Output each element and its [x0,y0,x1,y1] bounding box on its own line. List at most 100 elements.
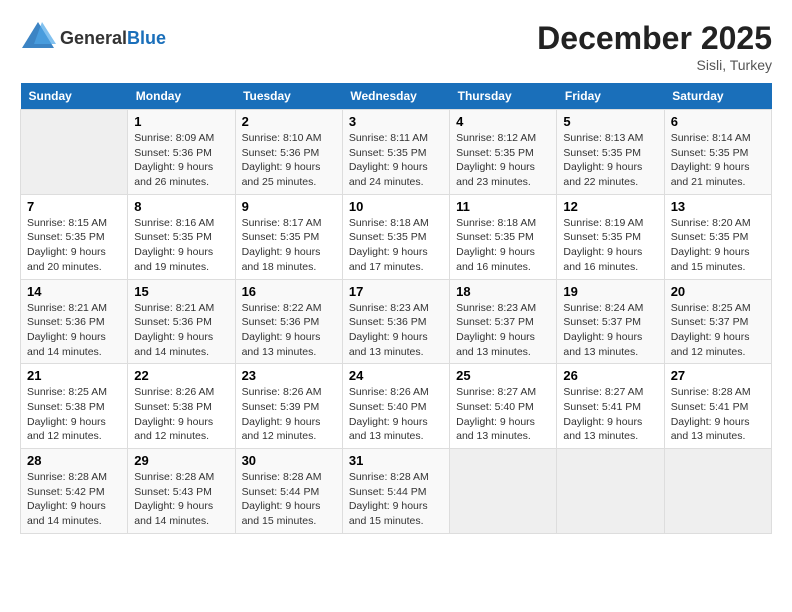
day-number: 20 [671,284,765,299]
day-number: 10 [349,199,443,214]
day-number: 21 [27,368,121,383]
day-number: 24 [349,368,443,383]
day-info: Sunrise: 8:18 AMSunset: 5:35 PMDaylight:… [456,216,550,275]
day-info: Sunrise: 8:13 AMSunset: 5:35 PMDaylight:… [563,131,657,190]
calendar-week-row: 21 Sunrise: 8:25 AMSunset: 5:38 PMDayligh… [21,364,772,449]
day-number: 6 [671,114,765,129]
day-number: 18 [456,284,550,299]
calendar-cell: 20 Sunrise: 8:25 AMSunset: 5:37 PMDayligh… [664,279,771,364]
month-title: December 2025 [537,20,772,57]
day-info: Sunrise: 8:25 AMSunset: 5:37 PMDaylight:… [671,301,765,360]
day-info: Sunrise: 8:21 AMSunset: 5:36 PMDaylight:… [134,301,228,360]
day-number: 3 [349,114,443,129]
day-number: 7 [27,199,121,214]
calendar-cell: 17 Sunrise: 8:23 AMSunset: 5:36 PMDayligh… [342,279,449,364]
day-info: Sunrise: 8:27 AMSunset: 5:40 PMDaylight:… [456,385,550,444]
calendar-cell: 15Sunrise: 8:21 AMSunset: 5:36 PMDayligh… [128,279,235,364]
calendar-cell [450,449,557,534]
day-info: Sunrise: 8:16 AMSunset: 5:35 PMDaylight:… [134,216,228,275]
calendar-cell: 9Sunrise: 8:17 AMSunset: 5:35 PMDaylight… [235,194,342,279]
day-info: Sunrise: 8:10 AMSunset: 5:36 PMDaylight:… [242,131,336,190]
day-number: 23 [242,368,336,383]
calendar-cell: 27 Sunrise: 8:28 AMSunset: 5:41 PMDayligh… [664,364,771,449]
calendar-cell: 4Sunrise: 8:12 AMSunset: 5:35 PMDaylight… [450,110,557,195]
calendar-cell: 24Sunrise: 8:26 AMSunset: 5:40 PMDayligh… [342,364,449,449]
calendar-header-row: SundayMondayTuesdayWednesdayThursdayFrid… [21,83,772,110]
day-number: 14 [27,284,121,299]
day-number: 26 [563,368,657,383]
calendar-cell: 19 Sunrise: 8:24 AMSunset: 5:37 PMDayligh… [557,279,664,364]
calendar-cell: 25 Sunrise: 8:27 AMSunset: 5:40 PMDayligh… [450,364,557,449]
calendar-cell: 3 Sunrise: 8:11 AMSunset: 5:35 PMDaylight… [342,110,449,195]
day-number: 8 [134,199,228,214]
day-number: 5 [563,114,657,129]
day-info: Sunrise: 8:23 AMSunset: 5:37 PMDaylight:… [456,301,550,360]
calendar-cell: 7 Sunrise: 8:15 AMSunset: 5:35 PMDaylight… [21,194,128,279]
day-number: 1 [134,114,228,129]
day-number: 25 [456,368,550,383]
day-info: Sunrise: 8:25 AMSunset: 5:38 PMDaylight:… [27,385,121,444]
location: Sisli, Turkey [537,57,772,73]
day-number: 29 [134,453,228,468]
calendar-cell [21,110,128,195]
day-info: Sunrise: 8:28 AMSunset: 5:44 PMDaylight:… [242,470,336,529]
calendar-table: SundayMondayTuesdayWednesdayThursdayFrid… [20,83,772,534]
logo: GeneralBlue [20,20,166,57]
calendar-cell: 12Sunrise: 8:19 AMSunset: 5:35 PMDayligh… [557,194,664,279]
day-info: Sunrise: 8:24 AMSunset: 5:37 PMDaylight:… [563,301,657,360]
calendar-cell: 18 Sunrise: 8:23 AMSunset: 5:37 PMDayligh… [450,279,557,364]
header-saturday: Saturday [664,83,771,110]
day-number: 11 [456,199,550,214]
calendar-cell: 1 Sunrise: 8:09 AMSunset: 5:36 PMDaylight… [128,110,235,195]
day-info: Sunrise: 8:28 AMSunset: 5:42 PMDaylight:… [27,470,121,529]
calendar-cell: 11 Sunrise: 8:18 AMSunset: 5:35 PMDayligh… [450,194,557,279]
day-info: Sunrise: 8:26 AMSunset: 5:39 PMDaylight:… [242,385,336,444]
day-info: Sunrise: 8:28 AMSunset: 5:43 PMDaylight:… [134,470,228,529]
day-info: Sunrise: 8:28 AMSunset: 5:41 PMDaylight:… [671,385,765,444]
day-info: Sunrise: 8:26 AMSunset: 5:38 PMDaylight:… [134,385,228,444]
day-number: 12 [563,199,657,214]
calendar-cell: 5 Sunrise: 8:13 AMSunset: 5:35 PMDaylight… [557,110,664,195]
day-info: Sunrise: 8:17 AMSunset: 5:35 PMDaylight:… [242,216,336,275]
header-wednesday: Wednesday [342,83,449,110]
header-friday: Friday [557,83,664,110]
calendar-cell: 21 Sunrise: 8:25 AMSunset: 5:38 PMDayligh… [21,364,128,449]
day-number: 31 [349,453,443,468]
day-number: 27 [671,368,765,383]
day-info: Sunrise: 8:23 AMSunset: 5:36 PMDaylight:… [349,301,443,360]
day-info: Sunrise: 8:14 AMSunset: 5:35 PMDaylight:… [671,131,765,190]
calendar-cell: 10 Sunrise: 8:18 AMSunset: 5:35 PMDayligh… [342,194,449,279]
calendar-cell: 28 Sunrise: 8:28 AMSunset: 5:42 PMDayligh… [21,449,128,534]
day-number: 16 [242,284,336,299]
header-thursday: Thursday [450,83,557,110]
calendar-cell: 29 Sunrise: 8:28 AMSunset: 5:43 PMDayligh… [128,449,235,534]
day-info: Sunrise: 8:21 AMSunset: 5:36 PMDaylight:… [27,301,121,360]
logo-icon [20,20,56,52]
day-number: 19 [563,284,657,299]
calendar-cell: 16 Sunrise: 8:22 AMSunset: 5:36 PMDayligh… [235,279,342,364]
header-monday: Monday [128,83,235,110]
title-area: December 2025 Sisli, Turkey [537,20,772,73]
day-number: 30 [242,453,336,468]
day-number: 13 [671,199,765,214]
day-number: 2 [242,114,336,129]
calendar-cell: 22 Sunrise: 8:26 AMSunset: 5:38 PMDayligh… [128,364,235,449]
day-number: 28 [27,453,121,468]
calendar-cell [664,449,771,534]
day-info: Sunrise: 8:28 AMSunset: 5:44 PMDaylight:… [349,470,443,529]
day-info: Sunrise: 8:22 AMSunset: 5:36 PMDaylight:… [242,301,336,360]
calendar-cell: 6 Sunrise: 8:14 AMSunset: 5:35 PMDaylight… [664,110,771,195]
calendar-week-row: 14 Sunrise: 8:21 AMSunset: 5:36 PMDayligh… [21,279,772,364]
page-header: GeneralBlue December 2025 Sisli, Turkey [20,20,772,73]
day-number: 22 [134,368,228,383]
day-info: Sunrise: 8:18 AMSunset: 5:35 PMDaylight:… [349,216,443,275]
calendar-cell: 26Sunrise: 8:27 AMSunset: 5:41 PMDayligh… [557,364,664,449]
day-info: Sunrise: 8:20 AMSunset: 5:35 PMDaylight:… [671,216,765,275]
logo-blue-text: Blue [127,28,166,48]
calendar-cell: 30 Sunrise: 8:28 AMSunset: 5:44 PMDayligh… [235,449,342,534]
day-info: Sunrise: 8:15 AMSunset: 5:35 PMDaylight:… [27,216,121,275]
day-info: Sunrise: 8:11 AMSunset: 5:35 PMDaylight:… [349,131,443,190]
day-number: 17 [349,284,443,299]
day-info: Sunrise: 8:09 AMSunset: 5:36 PMDaylight:… [134,131,228,190]
day-info: Sunrise: 8:12 AMSunset: 5:35 PMDaylight:… [456,131,550,190]
